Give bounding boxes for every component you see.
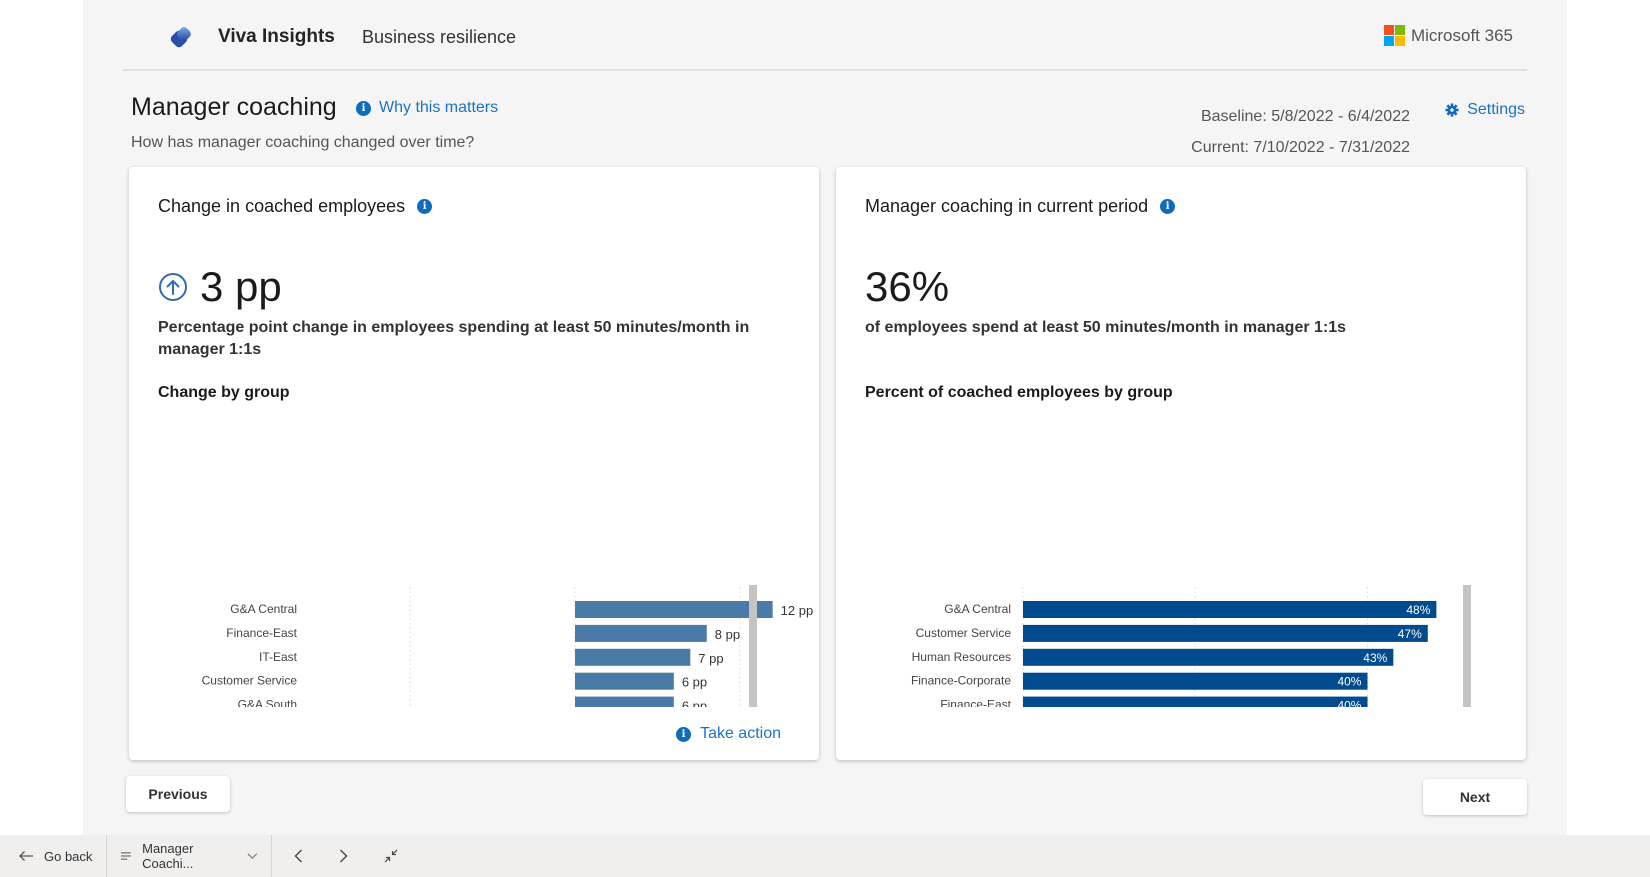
change-by-group-chart: -10 pp0 pp10 ppG&A Central12 ppFinance-E… xyxy=(202,585,814,707)
go-back-label: Go back xyxy=(44,848,93,864)
data-label: 40% xyxy=(1337,675,1361,689)
arrow-left-icon xyxy=(19,851,33,861)
data-label: 7 pp xyxy=(698,651,723,666)
section-name[interactable]: Business resilience xyxy=(362,27,516,48)
data-label: 43% xyxy=(1363,651,1387,665)
category-label: G&A Central xyxy=(230,602,297,616)
baseline-range: Baseline: 5/8/2022 - 6/4/2022 xyxy=(1200,108,1410,125)
card-title-text: Change in coached employees xyxy=(158,196,406,216)
data-label: 12 pp xyxy=(781,603,814,618)
list-icon xyxy=(121,852,132,860)
bar[interactable] xyxy=(575,601,773,618)
app-name: Viva Insights xyxy=(218,26,335,47)
info-icon[interactable]: i xyxy=(417,199,433,214)
data-label: 6 pp xyxy=(682,675,707,690)
page-subtitle: How has manager coaching changed over ti… xyxy=(131,134,475,151)
metric-value: 3 pp xyxy=(200,263,282,310)
next-button[interactable]: Next xyxy=(1423,779,1527,815)
metric-description: Percentage point change in employees spe… xyxy=(158,319,750,358)
viva-insights-logo-icon xyxy=(170,27,191,48)
date-ranges: Baseline: 5/8/2022 - 6/4/2022 Current: 7… xyxy=(1191,101,1410,163)
chevron-down-icon xyxy=(247,853,257,859)
data-label: 40% xyxy=(1337,699,1361,707)
chevron-left-icon xyxy=(294,849,303,863)
metric-value: 36% xyxy=(865,263,950,310)
bar[interactable] xyxy=(575,696,674,707)
scrollbar-thumb[interactable] xyxy=(1463,585,1471,707)
arrow-up-circle-icon xyxy=(159,273,187,301)
chevron-right-icon xyxy=(340,849,348,863)
previous-button[interactable]: Previous xyxy=(126,776,230,812)
metric: 36% xyxy=(865,263,949,311)
bottom-toolbar: Go back Manager Coachi... xyxy=(0,835,1650,877)
bar[interactable] xyxy=(1023,624,1428,642)
metric-description: of employees spend at least 50 minutes/m… xyxy=(865,319,1347,336)
current-range: Current: 7/10/2022 - 7/31/2022 xyxy=(1191,139,1410,156)
brand-label: Microsoft 365 xyxy=(1410,25,1513,45)
why-this-matters-label: Why this matters xyxy=(379,99,499,116)
category-label: Customer Service xyxy=(916,626,1012,640)
report-panel: Viva Insights Business resilience Micros… xyxy=(83,0,1567,835)
data-label: 47% xyxy=(1398,627,1422,641)
previous-page-button[interactable] xyxy=(272,835,321,877)
category-label: IT-East xyxy=(259,650,298,664)
microsoft-365-brand: Microsoft 365 xyxy=(1383,25,1513,46)
data-label: 8 pp xyxy=(715,627,740,642)
chart-title: Change by group xyxy=(158,384,290,401)
bar[interactable] xyxy=(1023,601,1437,618)
manager-coaching-current-period-card: Manager coaching in current period i 36%… xyxy=(836,167,1526,760)
take-action-link[interactable]: i Take action xyxy=(676,725,781,743)
category-label: Finance-East xyxy=(940,698,1011,707)
bar[interactable] xyxy=(1023,648,1394,666)
exit-fullscreen-button[interactable] xyxy=(366,835,416,877)
card-title: Change in coached employees i xyxy=(158,196,433,217)
bar[interactable] xyxy=(575,672,674,690)
app-header: Viva Insights Business resilience Micros… xyxy=(123,0,1527,71)
bar[interactable] xyxy=(575,648,691,666)
info-icon: i xyxy=(356,100,371,116)
category-label: Finance-Corporate xyxy=(911,674,1011,688)
collapse-icon xyxy=(384,849,398,863)
category-label: G&A South xyxy=(238,698,297,707)
category-label: Finance-East xyxy=(226,626,297,640)
bar[interactable] xyxy=(1023,696,1368,707)
page-title: Manager coaching xyxy=(131,93,337,121)
category-label: Human Resources xyxy=(912,650,1011,664)
card-title-text: Manager coaching in current period xyxy=(865,196,1149,216)
chart-title: Percent of coached employees by group xyxy=(865,384,1173,401)
info-icon: i xyxy=(676,726,692,742)
change-in-coached-employees-card: Change in coached employees i 3 pp Perce… xyxy=(129,167,819,760)
go-back-button[interactable]: Go back xyxy=(0,835,106,877)
bar[interactable] xyxy=(1023,672,1368,690)
card-title: Manager coaching in current period i xyxy=(865,196,1176,217)
info-icon[interactable]: i xyxy=(1160,199,1176,214)
page-selector-label: Manager Coachi... xyxy=(142,841,194,871)
settings-button[interactable]: Settings xyxy=(1445,101,1525,119)
metric: 3 pp xyxy=(158,263,282,311)
next-page-button[interactable] xyxy=(321,835,366,877)
data-label: 48% xyxy=(1406,603,1430,617)
take-action-label: Take action xyxy=(700,725,781,742)
gear-icon xyxy=(1445,103,1459,117)
bar[interactable] xyxy=(575,624,707,642)
microsoft-logo-icon xyxy=(1383,25,1405,46)
scrollbar-thumb[interactable] xyxy=(749,585,757,707)
why-this-matters-link[interactable]: i Why this matters xyxy=(356,99,498,117)
category-label: G&A Central xyxy=(944,602,1011,616)
page-selector-dropdown[interactable]: Manager Coachi... xyxy=(107,835,271,877)
settings-label: Settings xyxy=(1467,101,1525,118)
percent-coached-by-group-chart: 0%20%40%G&A Central48%Customer Service47… xyxy=(911,585,1471,707)
data-label: 6 pp xyxy=(682,699,707,707)
category-label: Customer Service xyxy=(202,674,298,688)
